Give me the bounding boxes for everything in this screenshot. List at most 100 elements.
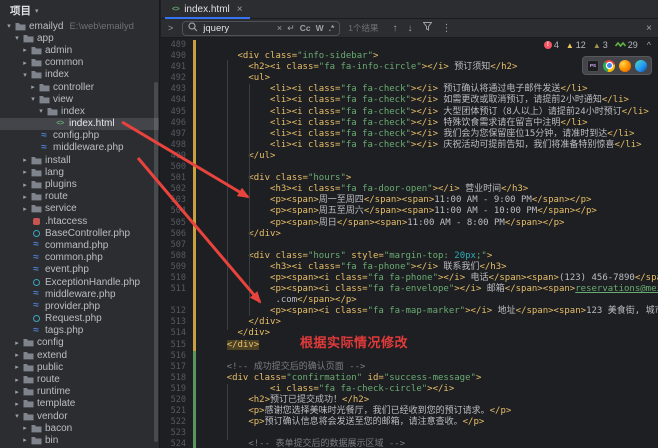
tree-item-provider.php[interactable]: ≈provider.php [0, 300, 159, 312]
code-line-493[interactable]: 493 <li><i class="fa fa-check"></i> 预订确认… [161, 84, 658, 95]
match-case-toggle[interactable]: Cc [300, 23, 311, 33]
code-line-517[interactable]: 517 <!-- 成功提交后的确认页面 --> [161, 362, 658, 373]
edge-icon[interactable] [635, 60, 647, 72]
code-line-518[interactable]: 518 <div class="confirmation" id="succes… [161, 373, 658, 384]
chevron-collapsed-icon[interactable]: ▸ [20, 156, 30, 164]
project-tree-scrollbar[interactable] [154, 82, 158, 442]
next-occurrence-icon[interactable]: ↓ [408, 23, 413, 34]
tree-item-index[interactable]: ▾index [0, 105, 159, 117]
tree-item-middleware.php[interactable]: ≈middleware.php [0, 288, 159, 300]
expand-replace-icon[interactable]: > [168, 23, 173, 33]
tree-item-tags.php[interactable]: ≈tags.php [0, 325, 159, 337]
chevron-expanded-icon[interactable]: ▾ [28, 95, 38, 103]
tree-item-Request.php[interactable]: Request.php [0, 313, 159, 325]
newline-icon[interactable]: ↵ [287, 23, 295, 34]
chevron-collapsed-icon[interactable]: ▸ [20, 424, 30, 432]
code-line-519[interactable]: 519 <i class="fa fa-check-circle"></i> [161, 384, 658, 395]
chevron-collapsed-icon[interactable]: ▸ [20, 436, 30, 444]
chevron-collapsed-icon[interactable]: ▸ [20, 181, 30, 189]
code-editor[interactable]: 489490 <div class="info-sidebar">491 <h2… [161, 38, 658, 448]
tree-item-route[interactable]: ▸route [0, 191, 159, 203]
code-line-509[interactable]: 509 <h3><i class="fa fa-phone"></i> 联系我们… [161, 262, 658, 273]
code-line-507[interactable]: 507 [161, 240, 658, 251]
tree-item-.htaccess[interactable]: .htaccess [0, 215, 159, 227]
code-line-514[interactable]: 514 </div> [161, 328, 658, 339]
tab-index-html[interactable]: <> index.html × [165, 0, 250, 19]
chevron-collapsed-icon[interactable]: ▸ [12, 400, 22, 408]
regex-toggle[interactable]: .* [329, 23, 335, 33]
code-line-515[interactable]: 515 </div> [161, 340, 658, 351]
whole-words-toggle[interactable]: W [316, 23, 324, 33]
tree-item-service[interactable]: ▸service [0, 203, 159, 215]
code-line-497[interactable]: 497 <li><i class="fa fa-check"></i> 我们会为… [161, 129, 658, 140]
chevron-expanded-icon[interactable]: ▾ [12, 412, 22, 420]
tree-item-ExceptionHandle.php[interactable]: ExceptionHandle.php [0, 276, 159, 288]
tree-item-event.php[interactable]: ≈event.php [0, 264, 159, 276]
code-line-496[interactable]: 496 <li><i class="fa fa-check"></i> 特殊饮食… [161, 118, 658, 129]
previous-occurrence-icon[interactable]: ↑ [393, 23, 398, 34]
tree-item-config.php[interactable]: ≈config.php [0, 130, 159, 142]
tree-item-command.php[interactable]: ≈command.php [0, 239, 159, 251]
tree-item-bacon[interactable]: ▸bacon [0, 422, 159, 434]
chevron-expanded-icon[interactable]: ▾ [20, 71, 30, 79]
firefox-icon[interactable] [619, 60, 631, 72]
chevron-expanded-icon[interactable]: ▾ [36, 107, 46, 115]
chevron-collapsed-icon[interactable]: ▸ [20, 46, 30, 54]
code-line-500[interactable]: 500 [161, 162, 658, 173]
tree-item-middleware.php[interactable]: ≈middleware.php [0, 142, 159, 154]
code-line-510[interactable]: 510 <p><span><i class="fa fa-phone"></i>… [161, 273, 658, 284]
code-line-502[interactable]: 502 <h3><i class="fa fa-door-open"></i> … [161, 184, 658, 195]
more-options-icon[interactable]: ⋮ [442, 23, 452, 34]
chevron-collapsed-icon[interactable]: ▸ [20, 193, 30, 201]
inspections-widget[interactable]: ! 4 ▲ 12 ▲ 3 29 ^ [544, 40, 651, 50]
code-line-505[interactable]: 505 <p><span>周日</span><span>11:00 AM - 8… [161, 218, 658, 229]
project-panel-header[interactable]: 项目 ▾ [0, 0, 159, 20]
search-input[interactable]: jquery × ↵ Cc W .* [182, 21, 340, 36]
code-line-504[interactable]: 504 <p><span>周五至周六</span><span>11:00 AM … [161, 206, 658, 217]
code-line-495[interactable]: 495 <li><i class="fa fa-check"></i> 大型团体… [161, 107, 658, 118]
chevron-collapsed-icon[interactable]: ▸ [20, 205, 30, 213]
chevron-collapsed-icon[interactable]: ▸ [28, 83, 38, 91]
tree-item-vendor[interactable]: ▾vendor [0, 410, 159, 422]
tree-item-index.html[interactable]: <>index.html [0, 118, 159, 130]
chevron-collapsed-icon[interactable]: ▸ [20, 168, 30, 176]
code-line-494[interactable]: 494 <li><i class="fa fa-check"></i> 如需更改… [161, 95, 658, 106]
tree-item-extend[interactable]: ▸extend [0, 349, 159, 361]
code-line-520[interactable]: 520 <h2>预订已提交成功！</h2> [161, 395, 658, 406]
code-line-492[interactable]: 492 <ul> [161, 73, 658, 84]
chevron-collapsed-icon[interactable]: ▸ [12, 351, 22, 359]
tree-item-controller[interactable]: ▸controller [0, 81, 159, 93]
chevron-collapsed-icon[interactable]: ▸ [12, 339, 22, 347]
code-line-524[interactable]: 524 <!-- 表单提交后的数据展示区域 --> [161, 439, 658, 448]
chevron-collapsed-icon[interactable]: ▸ [12, 388, 22, 396]
phpstorm-preview-icon[interactable]: PS [587, 60, 599, 72]
tree-item-install[interactable]: ▸install [0, 154, 159, 166]
chevron-collapsed-icon[interactable]: ▸ [12, 363, 22, 371]
tree-item-template[interactable]: ▸template [0, 398, 159, 410]
code-line-511[interactable]: 511 <p><span><i class="fa fa-envelope"><… [161, 284, 658, 295]
tree-item-common.php[interactable]: ≈common.php [0, 252, 159, 264]
code-line-501[interactable]: 501 <div class="hours"> [161, 173, 658, 184]
tree-item-app[interactable]: ▾app [0, 32, 159, 44]
tree-item-common[interactable]: ▸common [0, 57, 159, 69]
collapse-inspections-icon[interactable]: ^ [647, 40, 651, 50]
code-line-508[interactable]: 508 <div class="hours" style="margin-top… [161, 251, 658, 262]
code-line-498[interactable]: 498 <li><i class="fa fa-check"></i> 庆祝活动… [161, 140, 658, 151]
tree-item-route[interactable]: ▸route [0, 373, 159, 385]
chevron-expanded-icon[interactable]: ▾ [12, 34, 22, 42]
close-find-bar-icon[interactable]: × [646, 23, 652, 34]
tree-item-BaseController.php[interactable]: BaseController.php [0, 227, 159, 239]
filter-search-icon[interactable] [423, 22, 432, 34]
tree-item-view[interactable]: ▾view [0, 93, 159, 105]
code-line-499[interactable]: 499 </ul> [161, 151, 658, 162]
code-line-521[interactable]: 521 <p>感谢您选择美味时光餐厅，我们已经收到您的预订请求。</p> [161, 406, 658, 417]
tree-item-public[interactable]: ▸public [0, 361, 159, 373]
tree-item-lang[interactable]: ▸lang [0, 166, 159, 178]
tree-item-index[interactable]: ▾index [0, 69, 159, 81]
code-line-wrap[interactable]: .com</span></p> [161, 295, 658, 306]
chevron-collapsed-icon[interactable]: ▸ [20, 59, 30, 67]
tree-item-plugins[interactable]: ▸plugins [0, 178, 159, 190]
chrome-icon[interactable] [603, 60, 615, 72]
code-line-513[interactable]: 513 </div> [161, 317, 658, 328]
code-line-523[interactable]: 523 [161, 428, 658, 439]
